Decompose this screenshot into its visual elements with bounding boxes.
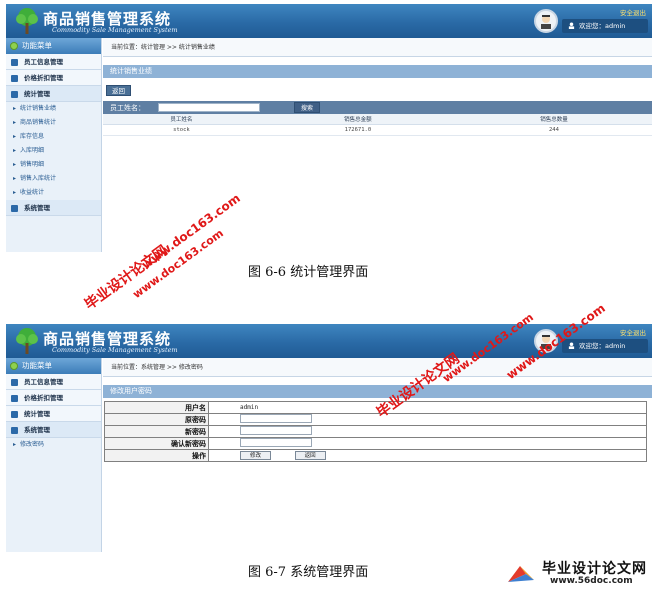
table-cell: stock bbox=[103, 124, 260, 136]
sales-stats-table: 员工姓名 销售总金额 销售总数量 stock 172671.0 244 bbox=[103, 114, 652, 136]
main-content: 当前位置：统计管理 >> 统计销售业绩 统计销售业绩 返回 员工姓名： 搜索 员… bbox=[103, 38, 652, 252]
sidebar-sub-sales-stock[interactable]: 销售入库统计 bbox=[6, 172, 101, 186]
column-header: 销售总数量 bbox=[455, 114, 652, 125]
new-password-label: 新密码 bbox=[104, 425, 209, 438]
square-icon bbox=[11, 427, 18, 434]
sidebar-sub-stock-in[interactable]: 入库明细 bbox=[6, 144, 101, 158]
main-content: 当前位置：系统管理 >> 修改密码 修改用户密码 用户名 admin 原密码 新… bbox=[103, 358, 652, 552]
logout-link[interactable]: 安全退出 bbox=[620, 327, 646, 337]
tree-logo-icon bbox=[16, 8, 38, 34]
sidebar-sub-profit[interactable]: 收益统计 bbox=[6, 186, 101, 200]
footer-logo: 毕业设计论文网 www.56doc.com bbox=[502, 558, 660, 590]
logout-link[interactable]: 安全退出 bbox=[620, 7, 646, 17]
leaf-icon bbox=[10, 42, 18, 50]
square-icon bbox=[11, 411, 18, 418]
square-icon bbox=[11, 59, 18, 66]
sidebar-item-statistics[interactable]: 统计管理 bbox=[6, 86, 101, 102]
sidebar-sub-change-password[interactable]: 修改密码 bbox=[6, 438, 101, 452]
app-subtitle: Commodity Sale Management System bbox=[52, 26, 178, 34]
sidebar-sub-sales-detail[interactable]: 销售明细 bbox=[6, 158, 101, 172]
table-cell: 244 bbox=[455, 124, 652, 136]
sidebar-header: 功能菜单 bbox=[6, 358, 101, 374]
sidebar: 功能菜单 员工信息管理 价格折扣管理 统计管理 系统管理 修改密码 bbox=[6, 358, 102, 552]
sidebar-sub-sales-performance[interactable]: 统计销售业绩 bbox=[6, 102, 101, 116]
table-cell: 172671.0 bbox=[259, 124, 456, 136]
back-button[interactable]: 返回 bbox=[106, 85, 131, 96]
welcome-badge: 欢迎您：admin bbox=[562, 339, 648, 353]
panel-title: 统计销售业绩 bbox=[103, 65, 652, 78]
sidebar-sub-inventory[interactable]: 库存信息 bbox=[6, 130, 101, 144]
search-bar: 员工姓名： 搜索 bbox=[103, 101, 652, 114]
square-icon bbox=[11, 205, 18, 212]
old-password-input[interactable] bbox=[240, 414, 312, 423]
table-row: stock 172671.0 244 bbox=[103, 124, 652, 136]
user-icon bbox=[568, 22, 575, 29]
sidebar-item-system[interactable]: 系统管理 bbox=[6, 422, 101, 438]
sidebar-item-system[interactable]: 系统管理 bbox=[6, 200, 101, 216]
confirm-password-input[interactable] bbox=[240, 438, 312, 447]
search-button[interactable]: 搜索 bbox=[294, 102, 320, 113]
username-label: 用户名 bbox=[104, 401, 209, 414]
figure-caption-1: 图 6-6 统计管理界面 bbox=[248, 265, 369, 280]
welcome-text: 欢迎您：admin bbox=[579, 22, 626, 30]
column-header: 员工姓名 bbox=[103, 114, 260, 125]
footer-title: 毕业设计论文网 bbox=[542, 561, 647, 577]
welcome-text: 欢迎您：admin bbox=[579, 342, 626, 350]
search-label: 员工姓名： bbox=[110, 104, 145, 112]
confirm-password-label: 确认新密码 bbox=[104, 437, 209, 450]
square-icon bbox=[11, 91, 18, 98]
tree-logo-icon bbox=[16, 328, 38, 354]
breadcrumb: 当前位置：系统管理 >> 修改密码 bbox=[103, 358, 652, 377]
app-subtitle: Commodity Sale Management System bbox=[52, 346, 178, 354]
sidebar-sub-product-sales[interactable]: 商品销售统计 bbox=[6, 116, 101, 130]
figure-caption-2: 图 6-7 系统管理界面 bbox=[248, 565, 369, 580]
sidebar-header: 功能菜单 bbox=[6, 38, 101, 54]
square-icon bbox=[11, 75, 18, 82]
sidebar-item-statistics[interactable]: 统计管理 bbox=[6, 406, 101, 422]
username-value: admin bbox=[208, 401, 647, 414]
screenshot-system: 商品销售管理系统 Commodity Sale Management Syste… bbox=[6, 324, 652, 552]
modify-button[interactable]: 修改 bbox=[240, 451, 272, 460]
site-logo-icon bbox=[508, 566, 534, 582]
new-password-input[interactable] bbox=[240, 426, 312, 435]
square-icon bbox=[11, 395, 18, 402]
footer-url: www.56doc.com bbox=[550, 576, 633, 586]
sidebar-item-discount[interactable]: 价格折扣管理 bbox=[6, 70, 101, 86]
panel-title: 修改用户密码 bbox=[103, 385, 652, 398]
screenshot-statistics: 商品销售管理系统 Commodity Sale Management Syste… bbox=[6, 4, 652, 252]
column-header: 销售总金额 bbox=[259, 114, 456, 125]
sidebar-item-discount[interactable]: 价格折扣管理 bbox=[6, 390, 101, 406]
app-banner: 商品销售管理系统 Commodity Sale Management Syste… bbox=[6, 4, 652, 38]
avatar bbox=[534, 9, 558, 33]
leaf-icon bbox=[10, 362, 18, 370]
employee-name-input[interactable] bbox=[158, 103, 260, 112]
breadcrumb: 当前位置：统计管理 >> 统计销售业绩 bbox=[103, 38, 652, 57]
operation-label: 操作 bbox=[104, 449, 209, 462]
old-password-label: 原密码 bbox=[104, 413, 209, 426]
return-button[interactable]: 返回 bbox=[294, 451, 326, 460]
welcome-badge: 欢迎您：admin bbox=[562, 19, 648, 33]
sidebar-item-employee[interactable]: 员工信息管理 bbox=[6, 54, 101, 70]
square-icon bbox=[11, 379, 18, 386]
user-icon bbox=[568, 342, 575, 349]
sidebar: 功能菜单 员工信息管理 价格折扣管理 统计管理 统计销售业绩 商品销售统计 库存… bbox=[6, 38, 102, 252]
sidebar-item-employee[interactable]: 员工信息管理 bbox=[6, 374, 101, 390]
